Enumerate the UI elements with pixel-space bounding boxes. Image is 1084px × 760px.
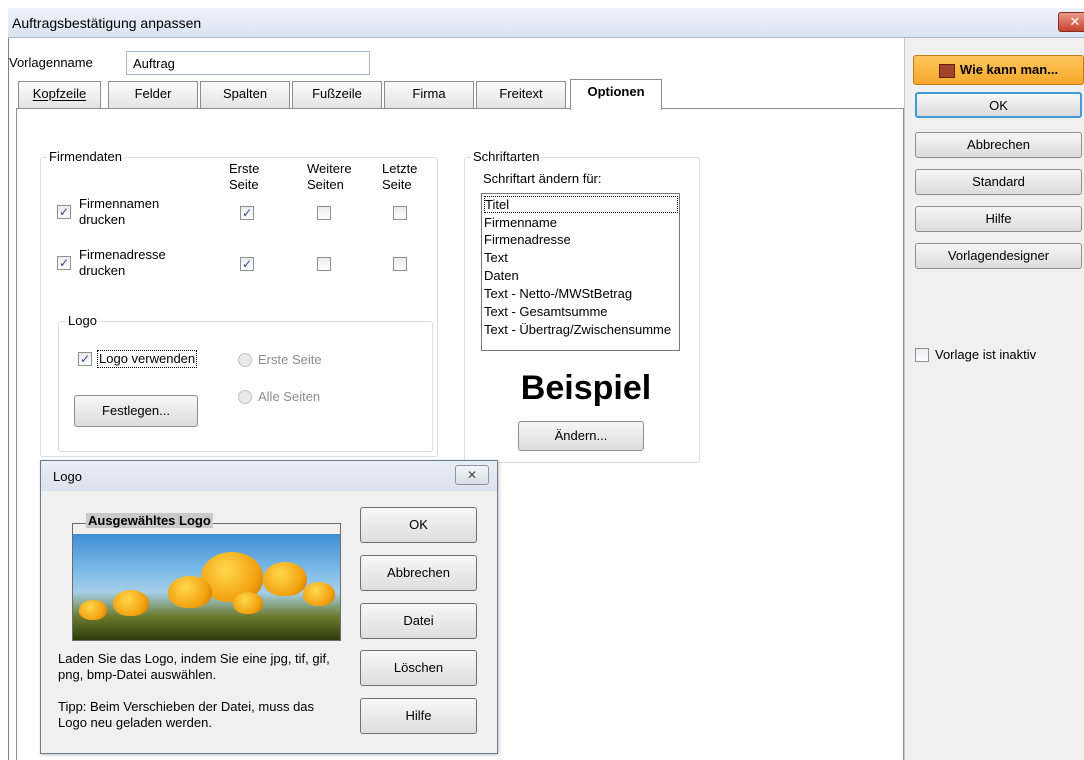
fonts-legend: Schriftarten bbox=[471, 149, 542, 164]
tab-felder[interactable]: Felder bbox=[108, 81, 198, 108]
set-logo-button[interactable]: Festlegen... bbox=[74, 395, 198, 427]
print-company-address-label: Firmenadresse drucken bbox=[79, 247, 166, 278]
radio-all-pages[interactable] bbox=[238, 390, 252, 404]
logo-group bbox=[58, 321, 433, 452]
name-more-pages-checkbox[interactable] bbox=[317, 206, 331, 220]
name-last-page-checkbox[interactable] bbox=[393, 206, 407, 220]
tab-kopfzeile[interactable]: Kopfzeile bbox=[18, 81, 101, 108]
close-icon[interactable]: ✕ bbox=[1058, 12, 1084, 32]
logo-delete-button[interactable]: Löschen bbox=[360, 650, 477, 686]
help-button[interactable]: Hilfe bbox=[915, 206, 1082, 232]
font-example-text: Beispiel bbox=[520, 369, 652, 407]
address-last-page-checkbox[interactable] bbox=[393, 257, 407, 271]
ok-button[interactable]: OK bbox=[915, 92, 1082, 118]
print-company-name-checkbox[interactable] bbox=[57, 205, 71, 219]
tab-freitext[interactable]: Freitext bbox=[476, 81, 566, 108]
print-company-address-checkbox[interactable] bbox=[57, 256, 71, 270]
template-inactive-label: Vorlage ist inaktiv bbox=[935, 347, 1037, 362]
template-name-input[interactable]: Auftrag bbox=[126, 51, 370, 75]
standard-button[interactable]: Standard bbox=[915, 169, 1082, 195]
tab-fusszeile[interactable]: Fußzeile bbox=[292, 81, 382, 108]
logo-help-button[interactable]: Hilfe bbox=[360, 698, 477, 734]
tab-firma[interactable]: Firma bbox=[384, 81, 474, 108]
template-inactive-checkbox[interactable] bbox=[915, 348, 929, 362]
window-titlebar: Auftragsbestätigung anpassen ✕ bbox=[8, 8, 1084, 38]
cancel-button[interactable]: Abbrechen bbox=[915, 132, 1082, 158]
template-designer-button[interactable]: Vorlagendesigner bbox=[915, 243, 1082, 269]
change-font-button[interactable]: Ändern... bbox=[518, 421, 644, 451]
column-header-first: Erste Seite bbox=[229, 161, 260, 192]
address-more-pages-checkbox[interactable] bbox=[317, 257, 331, 271]
column-header-last: Letzte Seite bbox=[382, 161, 418, 192]
fonts-list-item[interactable]: Daten bbox=[484, 268, 678, 285]
window-title: Auftragsbestätigung anpassen bbox=[12, 15, 202, 31]
logo-dialog-close-icon[interactable]: ✕ bbox=[455, 465, 489, 485]
logo-info-text: Laden Sie das Logo, indem Sie eine jpg, … bbox=[58, 651, 330, 682]
fonts-list-item[interactable]: Titel bbox=[484, 196, 678, 213]
fonts-list-item[interactable]: Firmenadresse bbox=[484, 232, 678, 249]
fonts-list-item[interactable]: Text bbox=[484, 250, 678, 267]
selected-logo-label: Ausgewähltes Logo bbox=[86, 513, 213, 528]
fonts-list-item[interactable]: Firmenname bbox=[484, 215, 678, 232]
use-logo-checkbox[interactable] bbox=[78, 352, 92, 366]
radio-first-page-label: Erste Seite bbox=[258, 352, 322, 367]
logo-preview-image bbox=[73, 534, 340, 640]
firmendaten-legend: Firmendaten bbox=[47, 149, 124, 164]
logo-tip-text: Tipp: Beim Verschieben der Datei, muss d… bbox=[58, 699, 315, 730]
logo-dialog-titlebar: Logo ✕ bbox=[41, 461, 497, 491]
logo-legend: Logo bbox=[66, 313, 99, 328]
radio-all-pages-label: Alle Seiten bbox=[258, 389, 321, 404]
template-name-label: Vorlagenname bbox=[9, 55, 93, 70]
logo-ok-button[interactable]: OK bbox=[360, 507, 477, 543]
logo-file-button[interactable]: Datei bbox=[360, 603, 477, 639]
use-logo-label: Logo verwenden bbox=[97, 350, 198, 368]
tab-optionen[interactable]: Optionen bbox=[570, 79, 662, 110]
name-first-page-checkbox[interactable] bbox=[240, 206, 254, 220]
fonts-list-item[interactable]: Text - Gesamtsumme bbox=[484, 304, 678, 321]
help-how-to-button[interactable]: Wie kann man... bbox=[913, 55, 1084, 85]
window-left-border bbox=[8, 38, 9, 760]
radio-first-page[interactable] bbox=[238, 353, 252, 367]
column-header-more: Weitere Seiten bbox=[307, 161, 352, 192]
address-first-page-checkbox[interactable] bbox=[240, 257, 254, 271]
book-icon bbox=[938, 63, 955, 78]
fonts-listbox[interactable]: Titel Firmenname Firmenadresse Text Date… bbox=[481, 193, 680, 351]
print-company-name-label: Firmennamen drucken bbox=[79, 196, 160, 227]
fonts-list-item[interactable]: Text - Netto-/MWStBetrag bbox=[484, 286, 678, 303]
tab-spalten[interactable]: Spalten bbox=[200, 81, 290, 108]
fonts-list-item[interactable]: Text - Übertrag/Zwischensumme bbox=[484, 322, 678, 339]
fonts-subtitle: Schriftart ändern für: bbox=[483, 171, 602, 186]
logo-dialog-title: Logo bbox=[53, 469, 82, 484]
logo-cancel-button[interactable]: Abbrechen bbox=[360, 555, 477, 591]
